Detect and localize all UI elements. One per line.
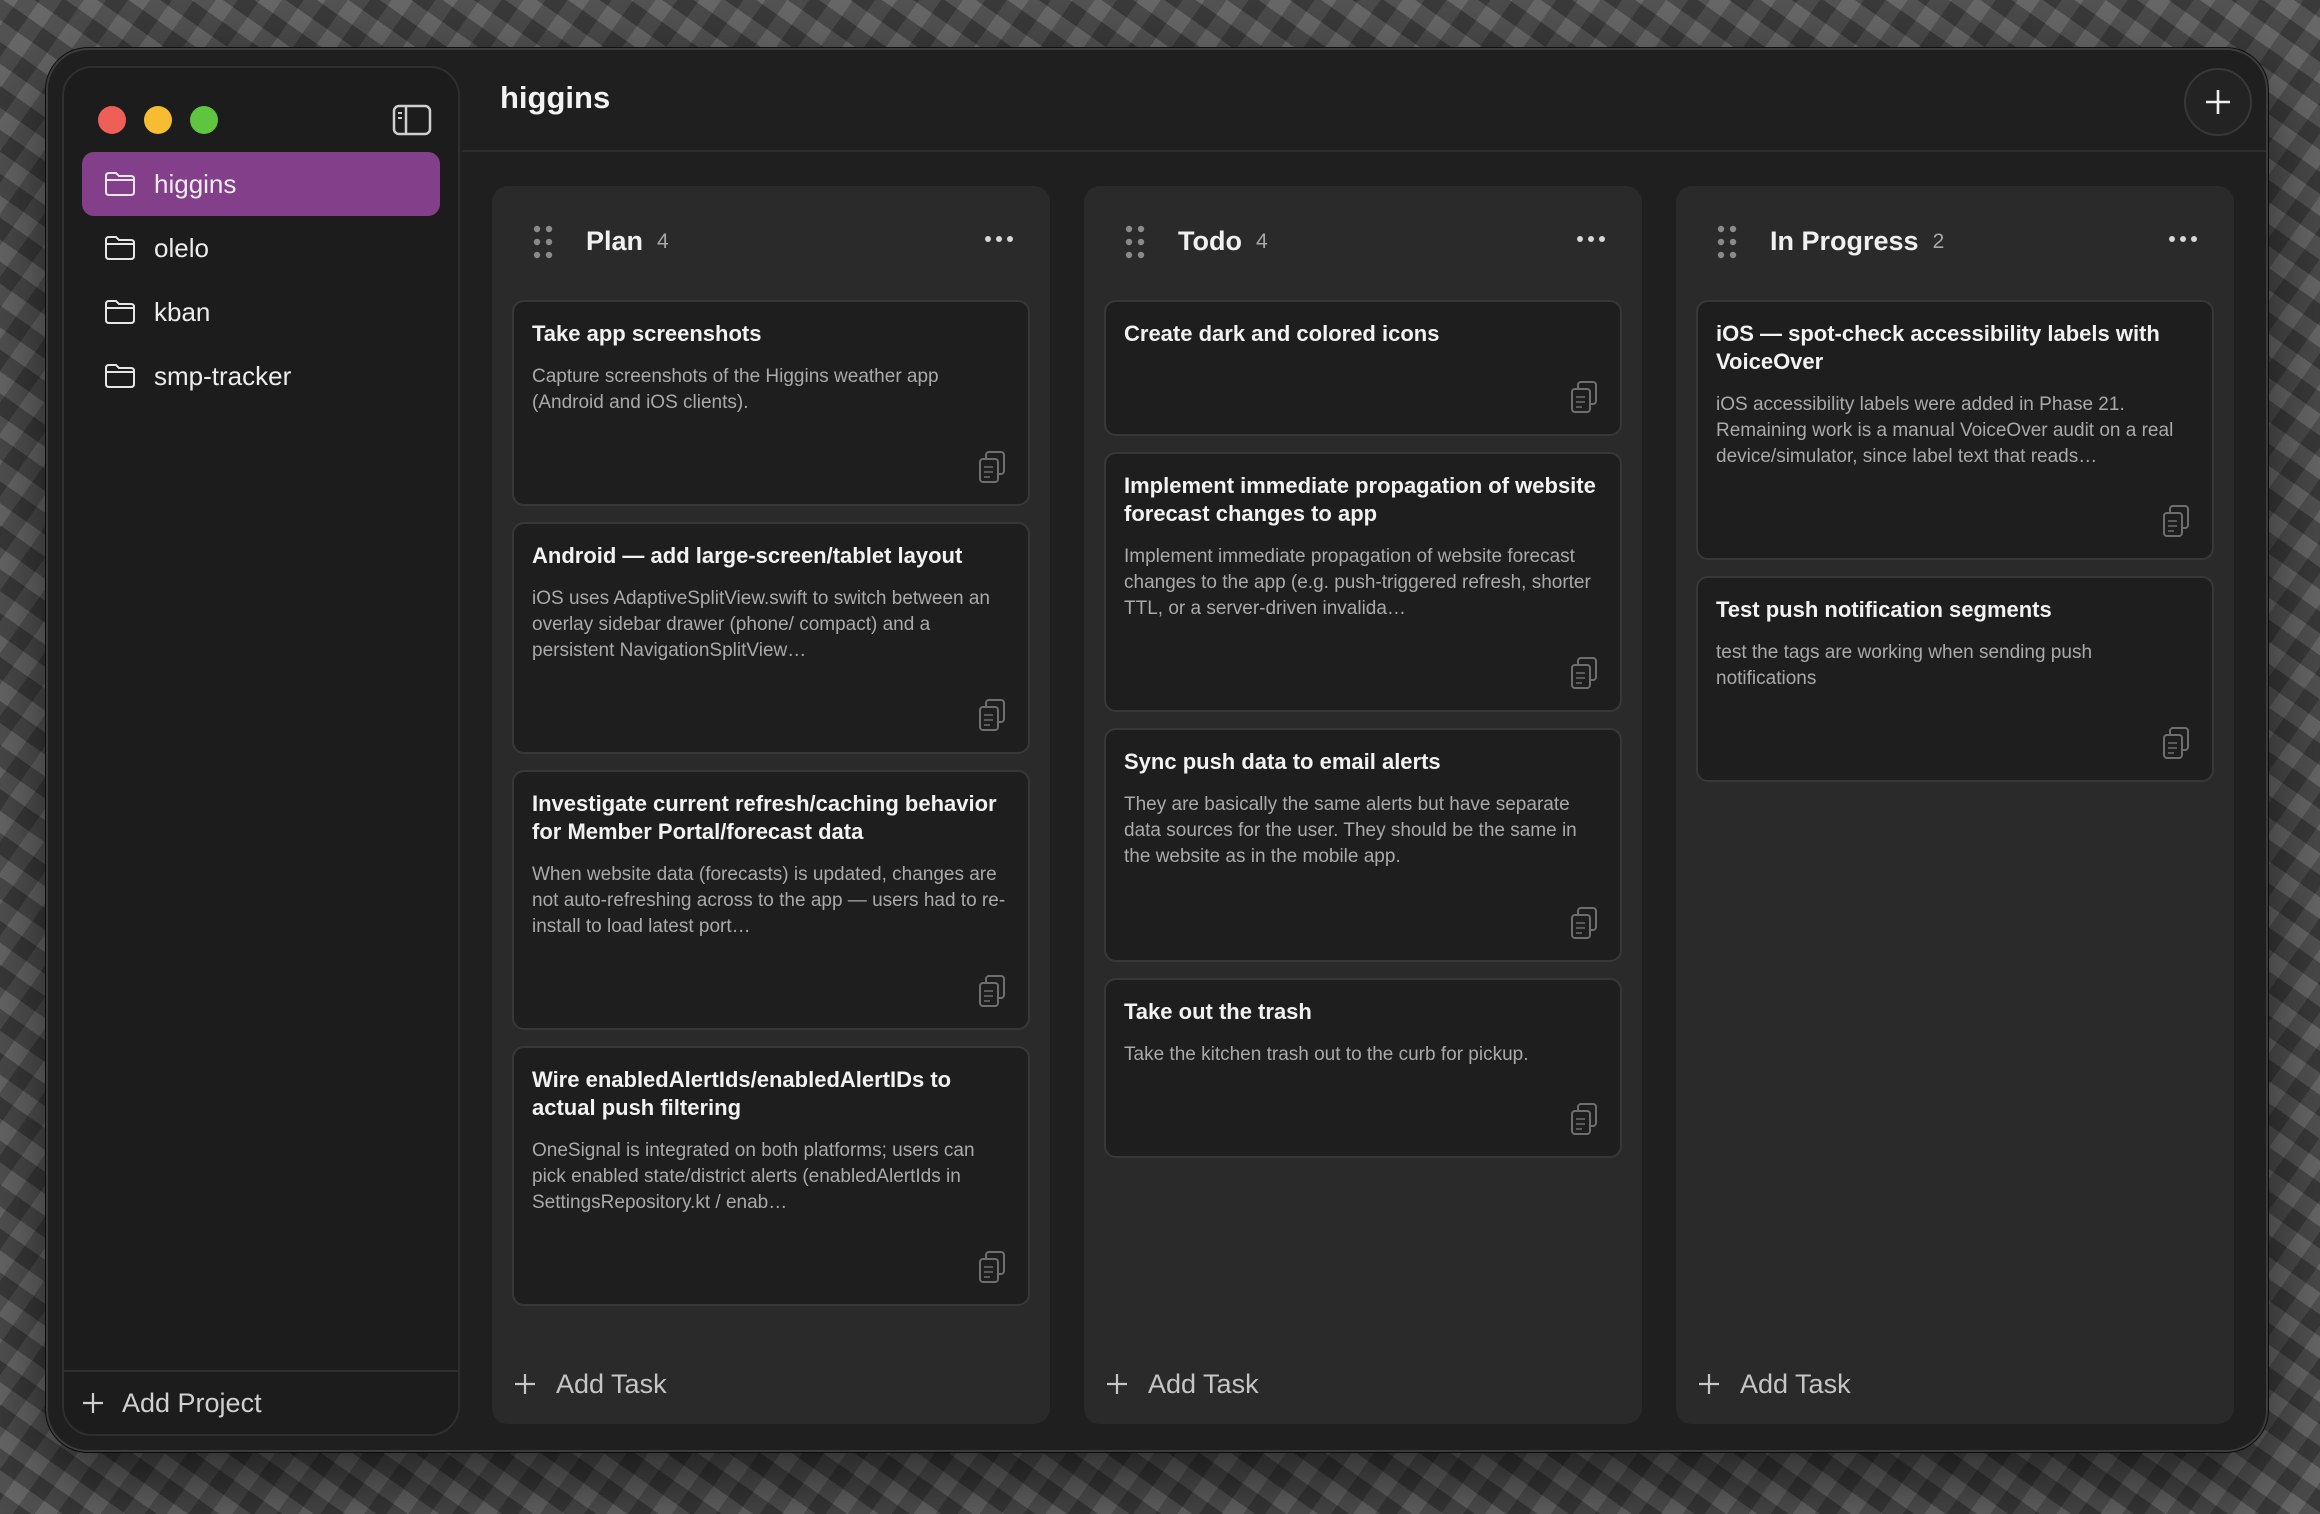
folder-icon [105,172,135,196]
add-task-label: Add Task [1148,1368,1259,1399]
header-divider [462,150,2266,152]
drag-handle-icon[interactable] [1124,224,1146,260]
card-description: Capture screenshots of the Higgins weath… [532,366,939,413]
column-title-text: Todo [1178,226,1242,256]
card-list: Create dark and colored icons Implement … [1104,300,1622,1174]
copy-icon[interactable] [978,450,1006,484]
sidebar: higgins olelo kban smp-tracker Add Proje… [62,66,460,1436]
card-description: When website data (forecasts) is updated… [532,864,1006,937]
task-card[interactable]: Wire enabledAlertIds/enabledAlertIDs to … [512,1046,1030,1306]
card-description: They are basically the same alerts but h… [1124,794,1577,867]
sidebar-item-label: olelo [154,232,209,263]
copy-icon[interactable] [1570,1102,1598,1136]
column-header: Plan 4 [492,220,1050,266]
plus-icon [1107,1374,1127,1394]
window-controls [98,106,218,134]
card-description: test the tags are working when sending p… [1716,642,2093,689]
task-card[interactable]: Take app screenshots Capture screenshots… [512,300,1030,506]
copy-icon[interactable] [978,698,1006,732]
add-button[interactable] [2184,68,2252,136]
card-title: Sync push data to email alerts [1124,749,1441,774]
zoom-button[interactable] [190,106,218,134]
add-task-button[interactable]: Add Task [1698,1364,1851,1404]
column-header: In Progress 2 [1676,220,2234,266]
more-options-icon[interactable] [1576,234,1606,244]
task-card[interactable]: iOS — spot-check accessibility labels wi… [1696,300,2214,560]
drag-handle-icon[interactable] [1716,224,1738,260]
column-header: Todo 4 [1084,220,1642,266]
minimize-button[interactable] [144,106,172,134]
column-count: 2 [1932,230,1945,253]
card-description: Implement immediate propagation of websi… [1124,546,1591,619]
card-title: iOS — spot-check accessibility labels wi… [1716,321,2160,374]
card-description: OneSignal is integrated on both platform… [532,1140,975,1213]
column-title: In Progress 2 [1770,226,1944,257]
plus-icon [1699,1374,1719,1394]
task-card[interactable]: Android — add large-screen/tablet layout… [512,522,1030,754]
sidebar-item-smp-tracker[interactable]: smp-tracker [82,344,440,408]
plus-icon [515,1374,535,1394]
card-title: Take app screenshots [532,321,762,346]
add-task-button[interactable]: Add Task [1106,1364,1259,1404]
folder-icon [105,236,135,260]
page-title: higgins [500,80,611,115]
card-list: Take app screenshots Capture screenshots… [512,300,1030,1322]
column-count: 4 [657,230,669,253]
task-card[interactable]: Take out the trash Take the kitchen tras… [1104,978,1622,1158]
card-title: Wire enabledAlertIds/enabledAlertIDs to … [532,1067,952,1120]
add-task-label: Add Task [1740,1368,1851,1399]
sidebar-item-label: kban [154,296,211,327]
copy-icon[interactable] [2162,504,2190,538]
task-card[interactable]: Implement immediate propagation of websi… [1104,452,1622,712]
copy-icon[interactable] [2162,726,2190,760]
column-todo: Todo 4 Create dark and colored icons Impl… [1084,186,1642,1424]
card-title: Take out the trash [1124,999,1312,1024]
task-card[interactable]: Test push notification segments test the… [1696,576,2214,782]
card-description: iOS uses AdaptiveSplitView.swift to swit… [532,588,991,661]
column-title-text: Plan [586,226,644,256]
copy-icon[interactable] [978,974,1006,1008]
plus-icon [2206,90,2230,114]
card-description: iOS accessibility labels were added in P… [1716,394,2174,467]
sidebar-item-label: smp-tracker [154,360,292,391]
folder-icon [105,364,135,388]
card-description: Take the kitchen trash out to the curb f… [1124,1044,1529,1065]
sidebar-toggle-icon[interactable] [392,104,432,136]
sidebar-item-higgins[interactable]: higgins [82,152,440,216]
app-window: higgins olelo kban smp-tracker Add Proje… [46,48,2268,1452]
more-options-icon[interactable] [984,234,1014,244]
column-plan: Plan 4 Take app screenshots Capture scree… [492,186,1050,1424]
task-card[interactable]: Investigate current refresh/caching beha… [512,770,1030,1030]
sidebar-item-kban[interactable]: kban [82,280,440,344]
column-in-progress: In Progress 2 iOS — spot-check accessibil… [1676,186,2234,1424]
drag-handle-icon[interactable] [532,224,554,260]
card-title: Create dark and colored icons [1124,321,1440,346]
copy-icon[interactable] [978,1250,1006,1284]
column-title: Plan 4 [586,226,669,257]
folder-icon [105,300,135,324]
plus-icon [83,1393,103,1413]
task-card[interactable]: Create dark and colored icons [1104,300,1622,436]
add-project-label: Add Project [122,1387,262,1418]
sidebar-item-olelo[interactable]: olelo [82,216,440,280]
add-task-button[interactable]: Add Task [514,1364,667,1404]
copy-icon[interactable] [1570,656,1598,690]
add-project-button[interactable]: Add Project [64,1370,458,1434]
project-list: higgins olelo kban smp-tracker [82,152,440,408]
column-count: 4 [1255,230,1268,253]
sidebar-item-label: higgins [154,168,237,199]
card-title: Investigate current refresh/caching beha… [532,791,997,844]
close-button[interactable] [98,106,126,134]
card-title: Test push notification segments [1716,597,2052,622]
column-title: Todo 4 [1178,226,1268,257]
add-task-label: Add Task [556,1368,667,1399]
copy-icon[interactable] [1570,380,1598,414]
card-title: Implement immediate propagation of websi… [1124,473,1596,526]
card-list: iOS — spot-check accessibility labels wi… [1696,300,2214,798]
card-title: Android — add large-screen/tablet layout [532,543,963,568]
copy-icon[interactable] [1570,906,1598,940]
column-title-text: In Progress [1770,226,1919,256]
task-card[interactable]: Sync push data to email alerts They are … [1104,728,1622,962]
more-options-icon[interactable] [2168,234,2198,244]
